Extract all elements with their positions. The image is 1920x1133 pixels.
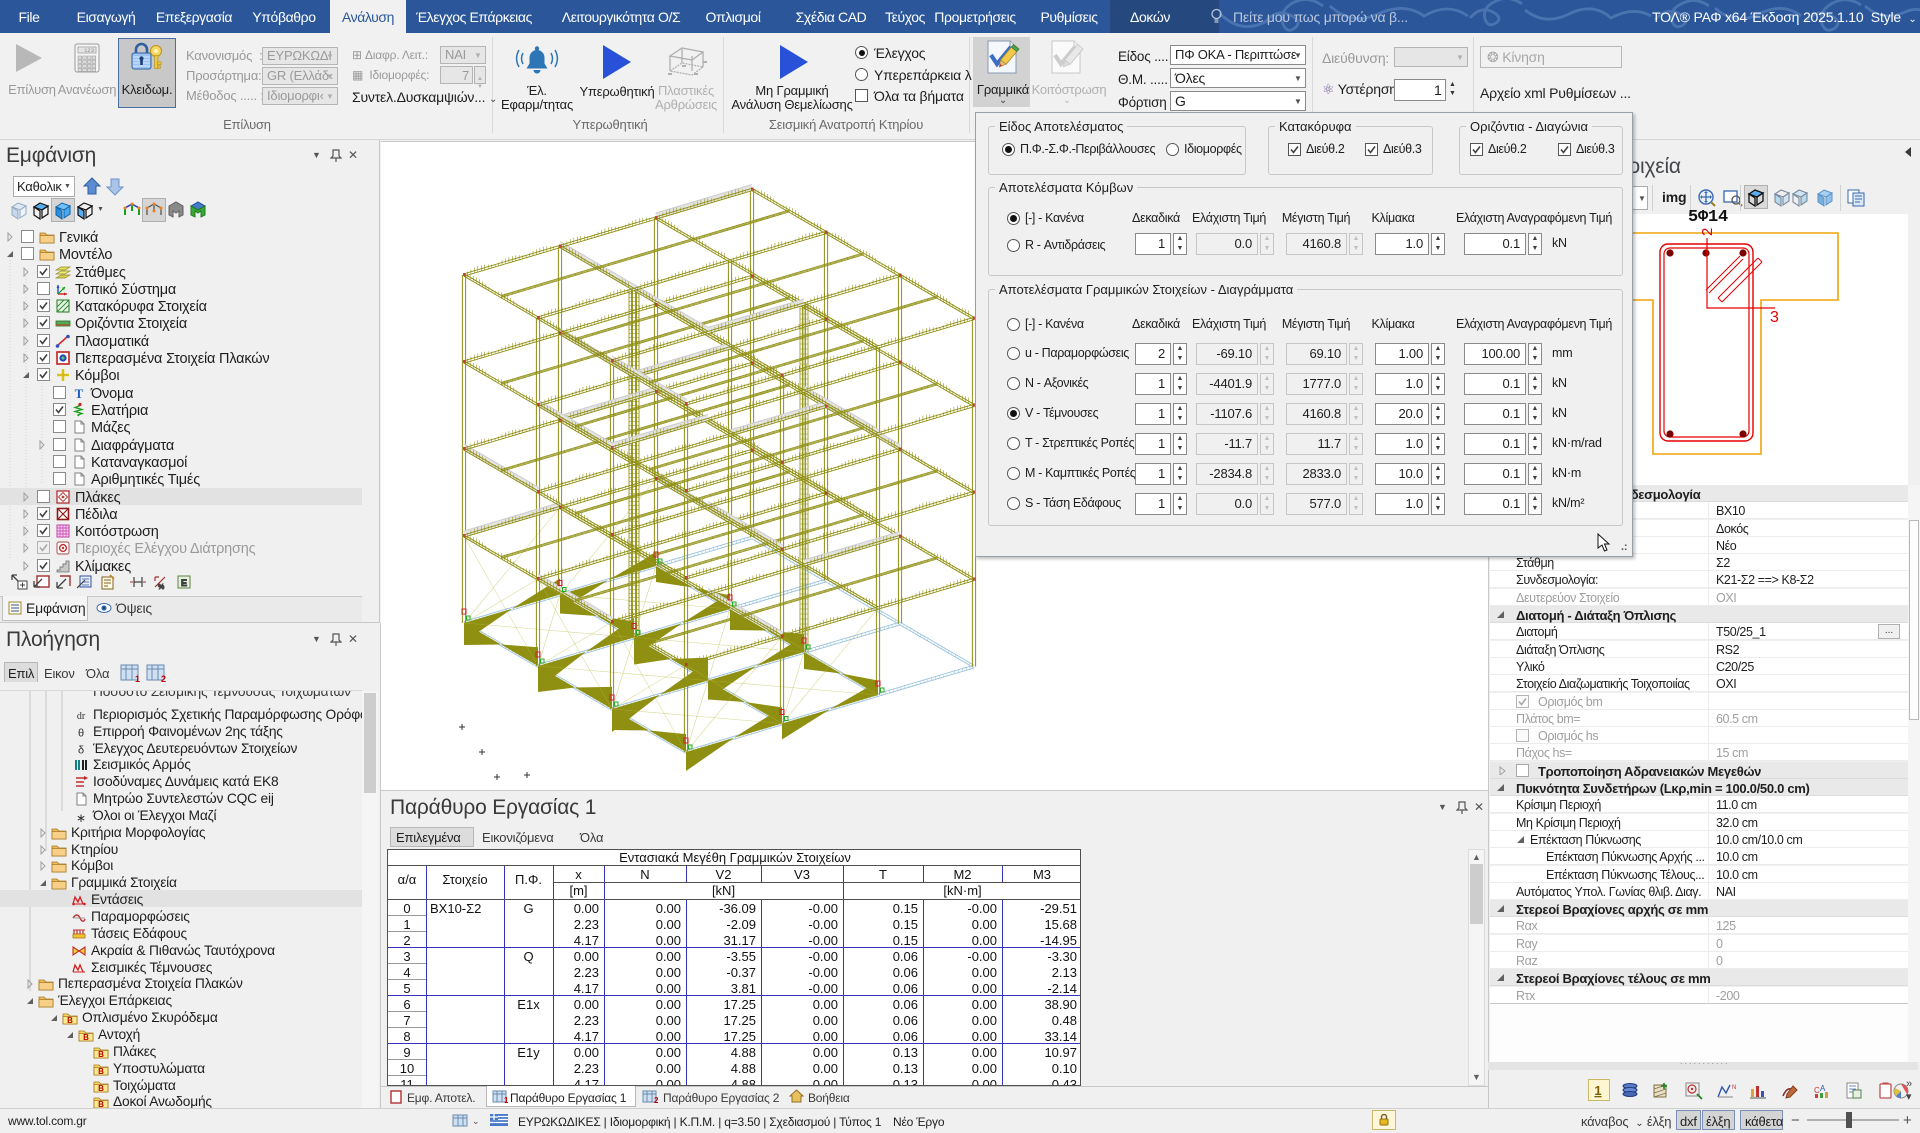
svg-text:B: B bbox=[98, 1050, 104, 1059]
svg-text:B: B bbox=[98, 1084, 104, 1093]
svg-text:δ: δ bbox=[78, 745, 84, 757]
svg-text:2: 2 bbox=[1699, 228, 1716, 236]
svg-text:θ: θ bbox=[78, 728, 84, 740]
svg-text:123: 123 bbox=[84, 47, 94, 54]
svg-text:%: % bbox=[158, 584, 164, 591]
svg-text:1: 1 bbox=[504, 1096, 508, 1104]
svg-text:3: 3 bbox=[1770, 309, 1779, 326]
svg-text:A: A bbox=[1820, 1084, 1826, 1093]
svg-text:∗: ∗ bbox=[76, 811, 86, 824]
svg-text:⌄: ⌄ bbox=[472, 1116, 480, 1126]
svg-text:2: 2 bbox=[654, 1096, 658, 1104]
svg-text:dr: dr bbox=[77, 711, 86, 722]
svg-text:B: B bbox=[67, 1016, 73, 1025]
svg-text:B: B bbox=[83, 1033, 89, 1042]
svg-text:1: 1 bbox=[1594, 1083, 1601, 1098]
svg-text:T: T bbox=[75, 386, 84, 401]
svg-text:E: E bbox=[181, 578, 187, 588]
svg-text:N: N bbox=[1732, 1085, 1736, 1091]
svg-text:B: B bbox=[98, 1067, 104, 1076]
